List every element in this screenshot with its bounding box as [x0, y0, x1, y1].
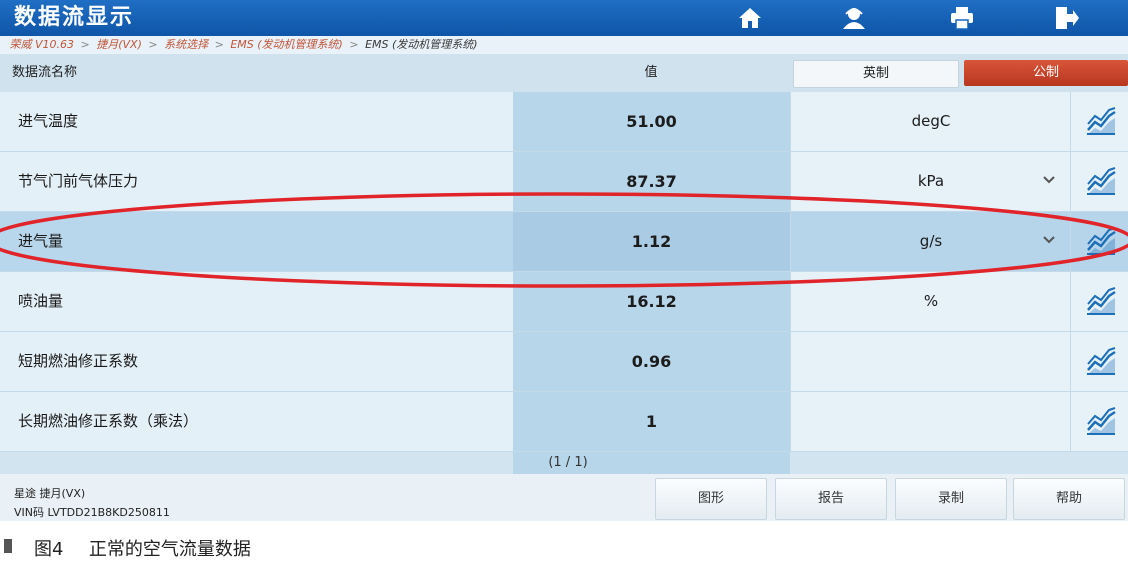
row-unit: g/s	[919, 232, 943, 250]
trend-chart-icon	[1087, 347, 1116, 375]
trend-chart-icon	[1087, 407, 1116, 435]
title-bar: 数据流显示	[0, 0, 1128, 36]
table-row[interactable]: 进气量 1.12 g/s	[0, 212, 1128, 272]
chart-button[interactable]	[1070, 92, 1128, 151]
cell-unit	[790, 392, 1071, 451]
cell-name: 短期燃油修正系数	[0, 332, 513, 391]
footer-bar: 星途 捷月(VX) VIN码 LVTDD21B8KD250811 图形 报告 录…	[0, 474, 1128, 521]
record-button[interactable]: 录制	[895, 478, 1007, 520]
cell-name: 喷油量	[0, 272, 513, 331]
chart-button[interactable]	[1070, 212, 1128, 271]
row-name: 节气门前气体压力	[18, 172, 139, 190]
row-value: 16.12	[626, 292, 677, 311]
trend-chart-icon	[1087, 227, 1116, 255]
chevron-down-icon[interactable]	[1041, 232, 1057, 248]
cell-value: 1.12	[513, 212, 790, 271]
cell-unit[interactable]: g/s	[790, 212, 1071, 271]
help-button[interactable]: 帮助	[1013, 478, 1125, 520]
chart-button[interactable]	[1070, 332, 1128, 391]
breadcrumb-item[interactable]: 捷月(VX)	[96, 38, 142, 51]
chart-button[interactable]	[1070, 272, 1128, 331]
chart-button[interactable]	[1070, 152, 1128, 211]
breadcrumb-item[interactable]: 系统选择	[164, 38, 208, 51]
app-title: 数据流显示	[14, 5, 135, 30]
breadcrumb: 荣威 V10.63 > 捷月(VX) > 系统选择 > EMS (发动机管理系统…	[0, 36, 1128, 54]
graph-button[interactable]: 图形	[655, 478, 767, 520]
breadcrumb-item[interactable]: EMS (发动机管理系统)	[230, 38, 343, 51]
breadcrumb-separator: >	[349, 38, 359, 51]
vehicle-model: 星途 捷月(VX)	[14, 487, 86, 500]
breadcrumb-separator: >	[80, 38, 90, 51]
row-value: 51.00	[626, 112, 677, 131]
row-value: 0.96	[631, 352, 672, 371]
chart-button[interactable]	[1070, 392, 1128, 451]
cell-name: 进气量	[0, 212, 513, 271]
cell-value: 87.37	[513, 152, 790, 211]
cell-value: 0.96	[513, 332, 790, 391]
column-header-name: 数据流名称	[12, 65, 78, 80]
row-name: 喷油量	[18, 292, 64, 310]
table-row[interactable]: 节气门前气体压力 87.37 kPa	[0, 152, 1128, 212]
home-icon[interactable]	[736, 5, 764, 31]
column-header-value: 值	[644, 65, 658, 80]
table-row[interactable]: 长期燃油修正系数（乘法） 1	[0, 392, 1128, 452]
breadcrumb-item-current: EMS (发动机管理系统)	[365, 38, 478, 51]
exit-icon[interactable]	[1052, 5, 1080, 31]
imperial-units-button[interactable]: 英制	[793, 60, 959, 88]
cell-value: 51.00	[513, 92, 790, 151]
table-row[interactable]: 喷油量 16.12%	[0, 272, 1128, 332]
cell-unit	[790, 332, 1071, 391]
cell-unit[interactable]: kPa	[790, 152, 1071, 211]
caption-text: 图4 正常的空气流量数据	[34, 535, 251, 561]
row-unit: degC	[911, 112, 951, 130]
user-icon[interactable]	[840, 5, 868, 31]
trend-chart-icon	[1087, 107, 1116, 135]
cell-name: 进气温度	[0, 92, 513, 151]
cell-value: 16.12	[513, 272, 790, 331]
trend-chart-icon	[1087, 167, 1116, 195]
table-row[interactable]: 进气温度 51.00 degC	[0, 92, 1128, 152]
pager-strip: (1 / 1)	[0, 452, 1128, 474]
cell-name: 长期燃油修正系数（乘法）	[0, 392, 513, 451]
row-name: 进气温度	[18, 112, 79, 130]
cell-unit: %	[790, 272, 1071, 331]
page-indicator: (1 / 1)	[548, 455, 588, 470]
report-button[interactable]: 报告	[775, 478, 887, 520]
cell-name: 节气门前气体压力	[0, 152, 513, 211]
row-unit: kPa	[917, 172, 945, 190]
chevron-down-icon[interactable]	[1041, 172, 1057, 188]
caption-label: 图4	[34, 539, 64, 560]
vin-number: VIN码 LVTDD21B8KD250811	[14, 506, 170, 519]
row-name: 长期燃油修正系数（乘法）	[18, 412, 199, 430]
cell-unit: degC	[790, 92, 1071, 151]
row-value: 1	[645, 412, 658, 431]
metric-units-button[interactable]: 公制	[964, 60, 1128, 86]
row-unit: %	[923, 292, 939, 310]
breadcrumb-separator: >	[214, 38, 224, 51]
trend-chart-icon	[1087, 287, 1116, 315]
row-value: 1.12	[631, 232, 672, 251]
breadcrumb-item[interactable]: 荣威 V10.63	[10, 38, 75, 51]
figure-caption: 图4 正常的空气流量数据	[0, 521, 1128, 568]
cell-value: 1	[513, 392, 790, 451]
table-header: 数据流名称 值 英制 公制	[0, 54, 1128, 93]
row-name: 进气量	[18, 232, 64, 250]
row-value: 87.37	[626, 172, 677, 191]
breadcrumb-separator: >	[148, 38, 158, 51]
caption-title: 正常的空气流量数据	[88, 539, 251, 560]
data-stream-screen: 数据流显示 荣威 V10.63 > 捷月(VX) > 系统选择 > EMS (发…	[0, 0, 1128, 521]
row-name: 短期燃油修正系数	[18, 352, 139, 370]
caption-marker	[4, 539, 12, 553]
print-icon[interactable]	[948, 5, 976, 31]
table-row[interactable]: 短期燃油修正系数 0.96	[0, 332, 1128, 392]
